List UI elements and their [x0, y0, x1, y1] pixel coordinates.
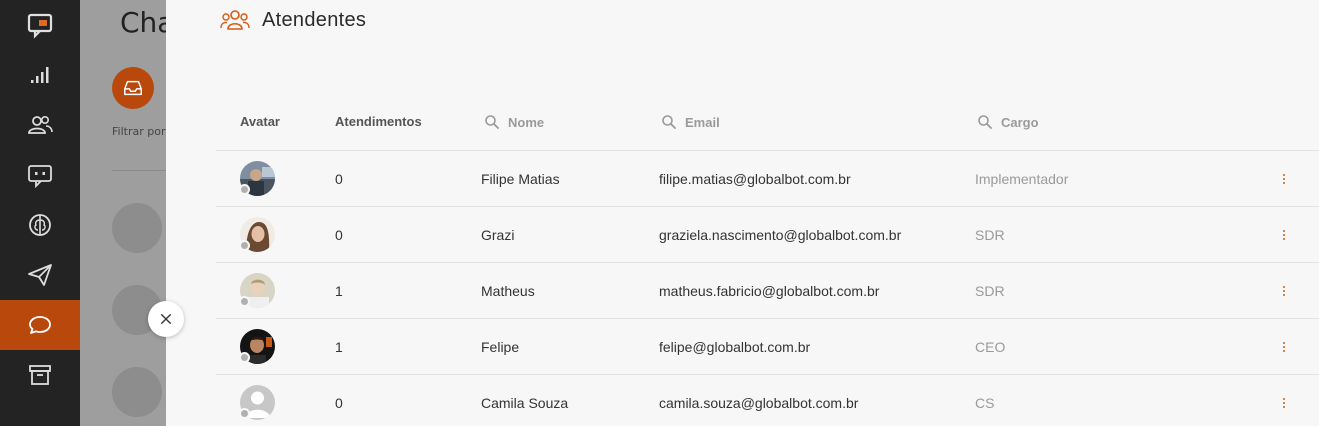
attendances-count: 0: [335, 227, 343, 243]
attendant-email: felipe@globalbot.com.br: [659, 339, 811, 355]
attendances-count: 0: [335, 395, 343, 411]
attendances-count: 1: [335, 339, 343, 355]
table-header: Avatar Atendimentos Nome Email Cargo: [166, 110, 1319, 150]
panel-title: Atendentes: [262, 8, 367, 31]
chat-bubble-icon: [29, 316, 51, 334]
row-menu-kebab-icon[interactable]: [1278, 151, 1290, 207]
brain-icon: [29, 214, 51, 236]
attendant-name: Matheus: [481, 283, 535, 299]
signal-bars-icon: [31, 67, 49, 83]
status-indicator: [239, 408, 250, 419]
background-page-title: Cha: [120, 6, 166, 39]
table-row[interactable]: 1 Matheus matheus.fabricio@globalbot.com…: [216, 262, 1319, 318]
attendant-role: CS: [975, 395, 995, 411]
search-email[interactable]: Email: [661, 114, 720, 130]
search-icon: [662, 115, 676, 129]
search-name[interactable]: Nome: [484, 114, 544, 130]
table-row[interactable]: 1 Felipe felipe@globalbot.com.br CEO: [216, 318, 1319, 374]
nav-reports[interactable]: [0, 50, 80, 100]
status-indicator: [239, 184, 250, 195]
close-panel-button[interactable]: [148, 301, 184, 337]
column-name-label: Nome: [508, 114, 545, 130]
attendants-panel: Atendentes Avatar Atendimentos Nome Emai…: [166, 0, 1319, 426]
column-role-label: Cargo: [1001, 114, 1039, 130]
column-attendances[interactable]: Atendimentos: [335, 114, 422, 129]
attendant-name: Felipe: [481, 339, 520, 355]
table-row[interactable]: 0 Camila Souza camila.souza@globalbot.co…: [216, 374, 1319, 426]
chat-logo-icon: [27, 13, 53, 39]
users-icon: [28, 116, 53, 134]
status-indicator: [239, 352, 250, 363]
close-icon: [161, 314, 171, 324]
nav-attendants[interactable]: [0, 100, 80, 150]
archive-icon: [29, 365, 51, 385]
status-indicator: [239, 240, 250, 251]
attendant-role: SDR: [975, 283, 1005, 299]
bot-chat-icon: [28, 165, 52, 189]
attendant-email: filipe.matias@globalbot.com.br: [659, 171, 851, 187]
status-indicator: [239, 296, 250, 307]
search-icon: [485, 115, 499, 129]
nav-brain[interactable]: [0, 200, 80, 250]
attendant-role: CEO: [975, 339, 1006, 355]
column-email-label: Email: [685, 114, 720, 130]
paper-plane-icon: [28, 264, 52, 286]
attendant-email: graziela.nascimento@globalbot.com.br: [659, 227, 902, 243]
chat-avatar-placeholder: [112, 367, 162, 417]
attendant-name: Camila Souza: [481, 395, 569, 411]
inbox-icon: [124, 80, 142, 96]
row-menu-kebab-icon[interactable]: [1278, 207, 1290, 263]
inbox-filter-button[interactable]: [112, 67, 154, 109]
nav-logo[interactable]: [0, 0, 80, 50]
nav-bots[interactable]: [0, 150, 80, 200]
chat-avatar-placeholder: [112, 203, 162, 253]
search-role[interactable]: Cargo: [977, 114, 1039, 130]
attendances-count: 0: [335, 171, 343, 187]
attendant-email: matheus.fabricio@globalbot.com.br: [659, 283, 880, 299]
row-menu-kebab-icon[interactable]: [1278, 263, 1290, 319]
nav-archive[interactable]: [0, 350, 80, 400]
nav-campaigns[interactable]: [0, 250, 80, 300]
filter-label: Filtrar por: [112, 125, 166, 138]
column-avatar-label: Avatar: [240, 114, 280, 129]
attendant-name: Grazi: [481, 227, 515, 243]
background-page: Cha Filtrar por: [80, 0, 166, 426]
panel-header: Atendentes: [220, 8, 366, 32]
column-avatar: Avatar: [240, 114, 280, 129]
table-row[interactable]: 0 Grazi graziela.nascimento@globalbot.co…: [216, 206, 1319, 262]
divider: [112, 170, 166, 171]
table-row[interactable]: 0 Filipe Matias filipe.matias@globalbot.…: [216, 150, 1319, 206]
nav-chats[interactable]: [0, 300, 80, 350]
row-menu-kebab-icon[interactable]: [1278, 375, 1290, 426]
attendant-role: Implementador: [975, 171, 1069, 187]
row-menu-kebab-icon[interactable]: [1278, 319, 1290, 375]
attendant-name: Filipe Matias: [481, 171, 560, 187]
attendant-email: camila.souza@globalbot.com.br: [659, 395, 859, 411]
sidebar-nav: [0, 0, 80, 426]
search-icon: [978, 115, 992, 129]
column-attendances-label: Atendimentos: [335, 114, 422, 129]
attendant-role: SDR: [975, 227, 1005, 243]
attendances-count: 1: [335, 283, 343, 299]
users-icon: [220, 10, 250, 30]
